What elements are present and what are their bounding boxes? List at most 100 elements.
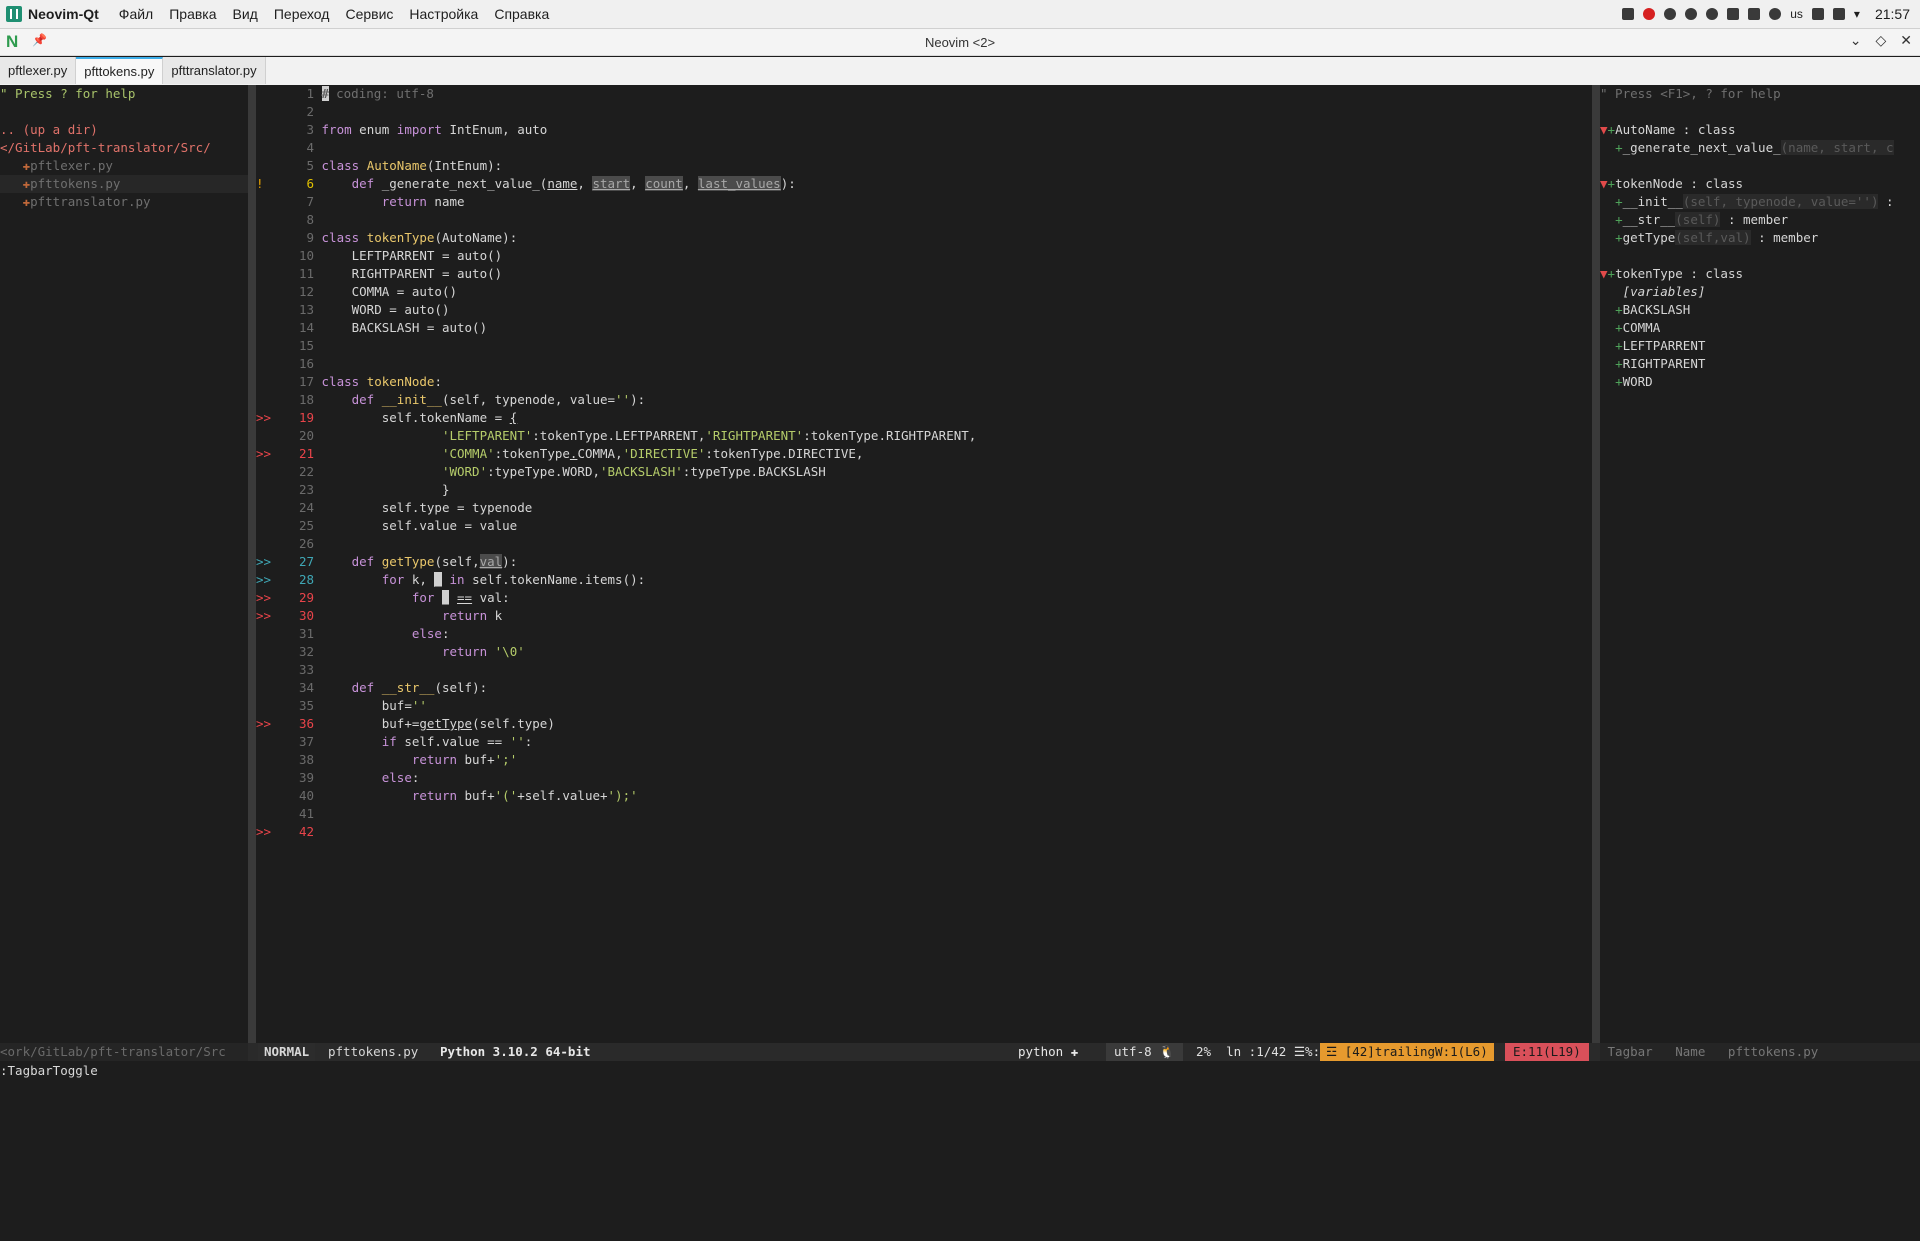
menu-help[interactable]: Справка <box>494 6 549 22</box>
close-icon[interactable]: ✕ <box>1900 32 1912 49</box>
settings-tray-icon[interactable] <box>1622 8 1635 20</box>
tree-file-item[interactable]: ✚pfttranslator.py <box>0 193 248 211</box>
menu-settings[interactable]: Настройка <box>409 6 478 22</box>
media-play-tray-icon[interactable] <box>1664 8 1677 20</box>
menu-file[interactable]: Файл <box>119 6 153 22</box>
python-icon: ✚ <box>1070 1044 1079 1059</box>
error-sign-icon: >> <box>256 554 272 569</box>
tagbar-variable[interactable]: +LEFTPARRENT <box>1600 337 1920 355</box>
display-tray-icon[interactable] <box>1811 8 1824 20</box>
menu-view[interactable]: Вид <box>233 6 258 22</box>
menu-goto[interactable]: Переход <box>274 6 330 22</box>
code-line: >> 28 for k, _ in self.tokenName.items(): <box>256 572 646 587</box>
telegram-tray-icon[interactable] <box>1727 8 1740 20</box>
code-line: >> 30 return k <box>256 608 503 623</box>
code-line: 24 self.type = typenode <box>298 500 533 515</box>
code-line: 13 WORD = auto() <box>298 302 450 317</box>
code-line: 37 if self.value == '': <box>298 734 533 749</box>
editor-area: " Press ? for help .. (up a dir) </GitLa… <box>0 85 1920 1043</box>
code-line: >> 29 for _ == val: <box>256 590 510 605</box>
code-line: >> 21 'COMMA':tokenType.COMMA,'DIRECTIVE'… <box>256 446 864 461</box>
command-line[interactable]: :TagbarToggle <box>0 1061 1920 1080</box>
filetype-indicator: python ✚ <box>1018 1044 1079 1059</box>
linux-icon: 🐧 <box>1159 1044 1175 1059</box>
code-line: 7 return name <box>306 194 465 209</box>
vertical-split-divider[interactable] <box>248 85 256 1043</box>
tagbar-class-tokentype[interactable]: ▼+tokenType : class <box>1600 265 1920 283</box>
tree-current-path[interactable]: </GitLab/pft-translator/Src/ <box>0 139 248 157</box>
code-line: 39 else: <box>298 770 420 785</box>
maximize-icon[interactable]: ◇ <box>1875 32 1886 49</box>
minimize-icon[interactable]: ⌄ <box>1850 32 1862 49</box>
tagbar-variable[interactable]: +COMMA <box>1600 319 1920 337</box>
tagbar-variable[interactable]: +WORD <box>1600 373 1920 391</box>
tagbar-member[interactable]: +__init__(self, typenode, value='') : <box>1600 193 1920 211</box>
warning-sign-icon: ! <box>256 176 264 191</box>
network-tray-icon[interactable] <box>1685 8 1698 20</box>
trailing-whitespace-warning: ☲ [42]trailingW:1(L6) <box>1320 1043 1494 1061</box>
code-line: 38 return buf+';' <box>298 752 518 767</box>
system-top-bar: Neovim-Qt Файл Правка Вид Переход Сервис… <box>0 0 1920 29</box>
tagbar-variable[interactable]: +RIGHTPARENT <box>1600 355 1920 373</box>
tree-cwd-status: <ork/GitLab/pft-translator/Src <box>0 1043 248 1061</box>
code-buffer[interactable]: 1 ## coding: utf-8 2 3 from enum import … <box>256 85 1592 1043</box>
tree-up-dir[interactable]: .. (up a dir) <box>0 121 248 139</box>
clipboard-tray-icon[interactable] <box>1748 8 1761 20</box>
code-line: 12 COMMA = auto() <box>298 284 457 299</box>
code-line: 3 from enum import IntEnum, auto <box>306 122 548 137</box>
tagbar-member[interactable]: +__str__(self) : member <box>1600 211 1920 229</box>
code-line: 5 class AutoName(IntEnum): <box>306 158 503 173</box>
neovim-logo-icon: N <box>6 32 19 51</box>
updates-tray-icon[interactable] <box>1832 8 1845 20</box>
clock[interactable]: 21:57 <box>1875 6 1910 22</box>
window-titlebar: N 📌 Neovim <2> ⌄ ◇ ✕ <box>0 29 1920 56</box>
code-line: 41 <box>298 806 314 821</box>
code-line: 16 <box>298 356 314 371</box>
tagbar-status: Tagbar Name pfttokens.py <box>1600 1043 1920 1061</box>
code-line: 34 def __str__(self): <box>298 680 488 695</box>
menu-edit[interactable]: Правка <box>169 6 216 22</box>
status-line: <ork/GitLab/pft-translator/Src NORMAL pf… <box>0 1043 1920 1061</box>
code-line: 22 'WORD':typeType.WORD,'BACKSLASH':type… <box>298 464 826 479</box>
code-line: >> 36 buf+=getType(self.type) <box>256 716 555 731</box>
window-title: Neovim <2> <box>924 34 996 50</box>
tray-expand-icon[interactable]: ▾ <box>1854 7 1860 21</box>
tagbar-class-autoname[interactable]: ▼+AutoName : class <box>1600 121 1920 139</box>
tree-file-item[interactable]: ✚pftlexer.py <box>0 157 248 175</box>
neovim-qt-app-icon[interactable] <box>6 6 22 22</box>
fold-open-icon[interactable]: ▼ <box>1600 266 1608 281</box>
browser-tray-icon[interactable] <box>1706 8 1719 20</box>
menu-tools[interactable]: Сервис <box>345 6 393 22</box>
code-line: 15 <box>298 338 314 353</box>
code-line: ! 6 def _generate_next_value_(name, start… <box>256 176 796 191</box>
pin-icon[interactable]: 📌 <box>32 33 47 47</box>
keyboard-layout-indicator[interactable]: us <box>1790 7 1803 21</box>
error-sign-icon: >> <box>256 572 272 587</box>
volume-tray-icon[interactable] <box>1769 8 1782 20</box>
error-sign-icon: >> <box>256 446 272 461</box>
code-line: 18 def __init__(self, typenode, value=''… <box>298 392 646 407</box>
encoding-indicator: utf-8 🐧 <box>1106 1043 1183 1061</box>
fold-open-icon[interactable]: ▼ <box>1600 176 1608 191</box>
nerdtree-panel: " Press ? for help .. (up a dir) </GitLa… <box>0 85 248 1043</box>
fold-open-icon[interactable]: ▼ <box>1600 122 1608 137</box>
tagbar-member[interactable]: +_generate_next_value_(name, start, c <box>1600 139 1920 157</box>
code-line: 14 BACKSLASH = auto() <box>298 320 488 335</box>
python-file-icon: ✚ <box>22 194 31 209</box>
tab-pftlexer[interactable]: pftlexer.py <box>0 57 77 84</box>
python-version: Python 3.10.2 64-bit <box>440 1044 591 1059</box>
status-filename: pfttokens.py <box>328 1044 419 1059</box>
tree-file-item[interactable]: ✚pfttokens.py <box>0 175 248 193</box>
tab-pfttranslator[interactable]: pfttranslator.py <box>163 57 266 84</box>
tab-pfttokens[interactable]: pfttokens.py <box>76 57 164 84</box>
vertical-split-divider[interactable] <box>1592 85 1600 1043</box>
tagbar-class-tokennode[interactable]: ▼+tokenNode : class <box>1600 175 1920 193</box>
antivirus-tray-icon[interactable] <box>1643 8 1656 20</box>
buffer-tab-bar: pftlexer.py pfttokens.py pfttranslator.p… <box>0 57 1920 86</box>
code-line: 10 LEFTPARRENT = auto() <box>298 248 503 263</box>
tagbar-variable[interactable]: +BACKSLASH <box>1600 301 1920 319</box>
error-sign-icon: >> <box>256 590 272 605</box>
tagbar-member[interactable]: +getType(self,val) : member <box>1600 229 1920 247</box>
code-line: 40 return buf+'('+self.value+');' <box>298 788 638 803</box>
code-line: 33 <box>298 662 314 677</box>
